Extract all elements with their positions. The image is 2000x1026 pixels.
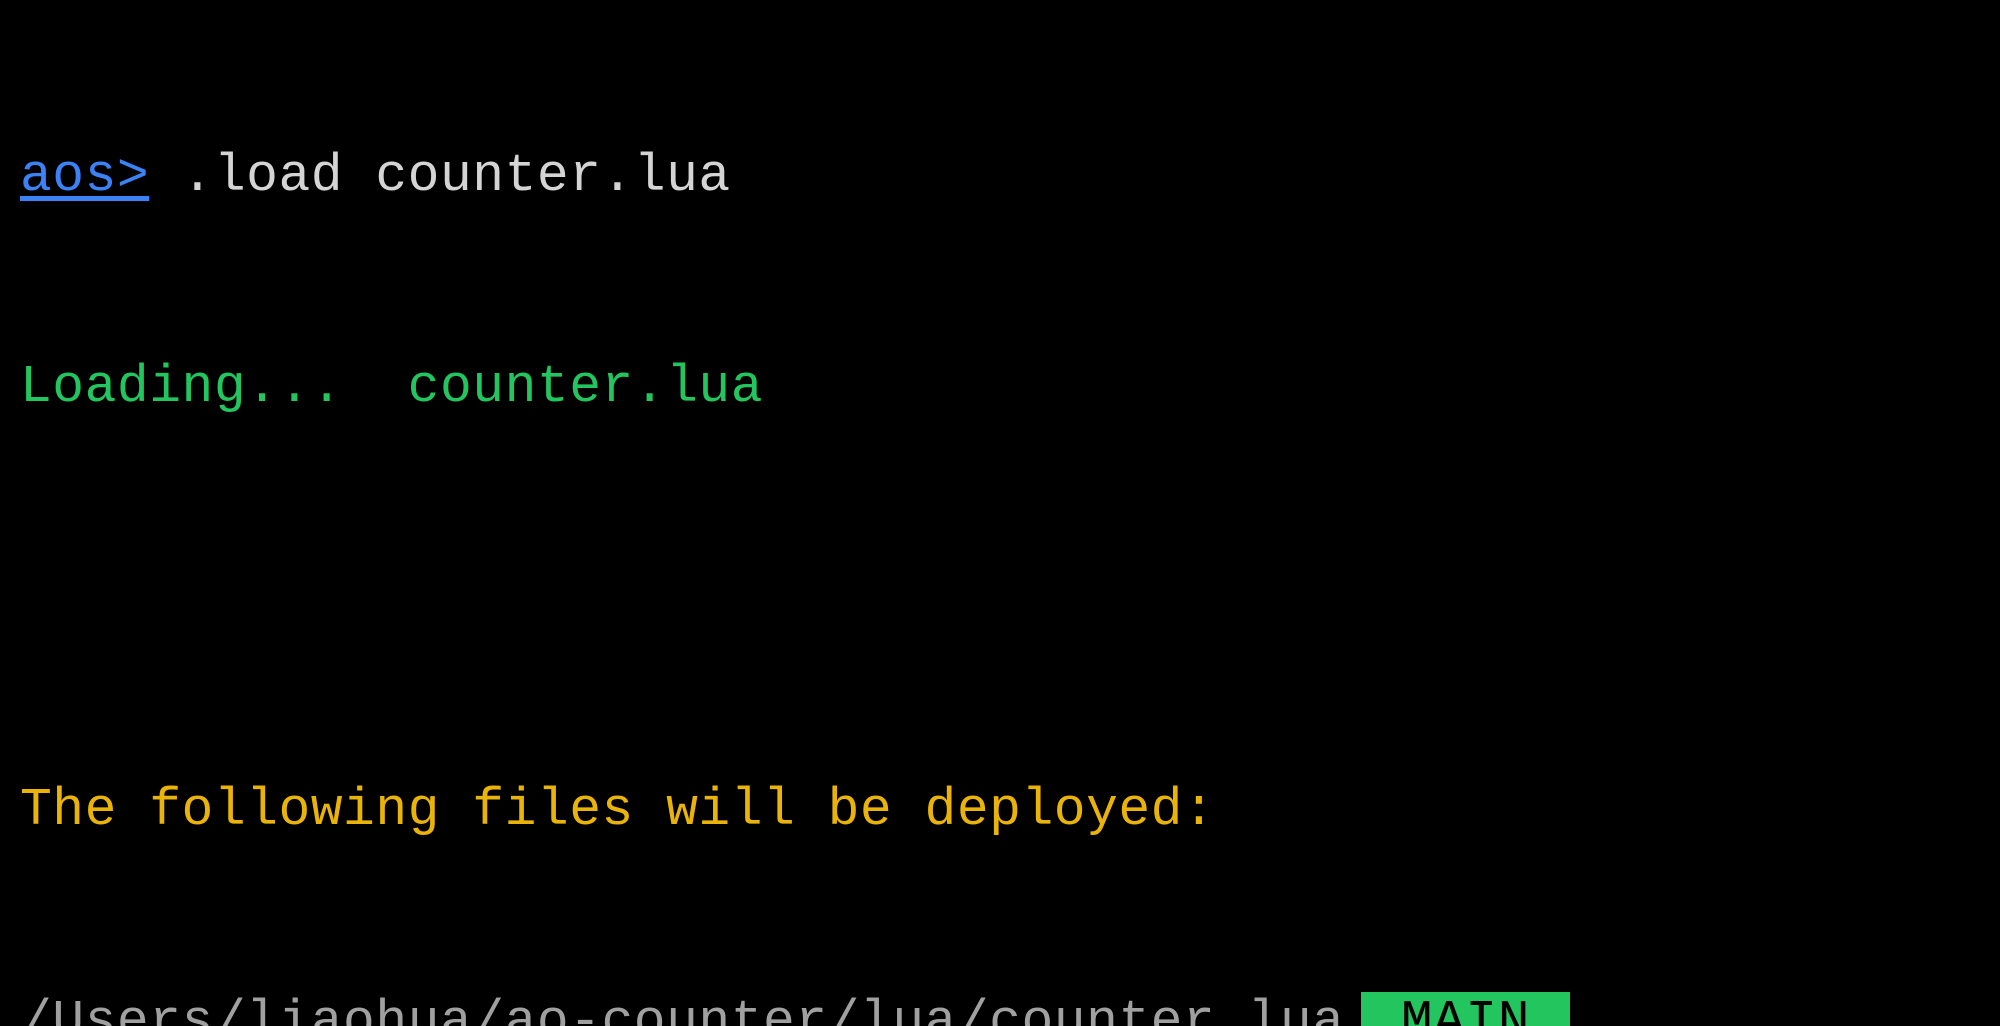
deploy-header-line: The following files will be deployed:	[20, 775, 1980, 845]
command-line: aos> .load counter.lua	[20, 141, 1980, 211]
loading-line: Loading... counter.lua	[20, 352, 1980, 422]
main-badge: MAIN	[1361, 992, 1571, 1026]
loading-status: Loading... counter.lua	[20, 357, 763, 417]
deploy-header-text: The following files will be deployed:	[20, 780, 1215, 840]
file-path-line: /Users/liaohua/ao-counter/lua/counter.lu…	[20, 987, 1980, 1026]
file-path-text: /Users/liaohua/ao-counter/lua/counter.lu…	[20, 992, 1345, 1026]
command-text: .load counter.lua	[149, 146, 731, 206]
terminal-output[interactable]: aos> .load counter.lua Loading... counte…	[20, 0, 1980, 1026]
shell-prompt: aos>	[20, 146, 149, 206]
blank-line	[20, 564, 1980, 634]
